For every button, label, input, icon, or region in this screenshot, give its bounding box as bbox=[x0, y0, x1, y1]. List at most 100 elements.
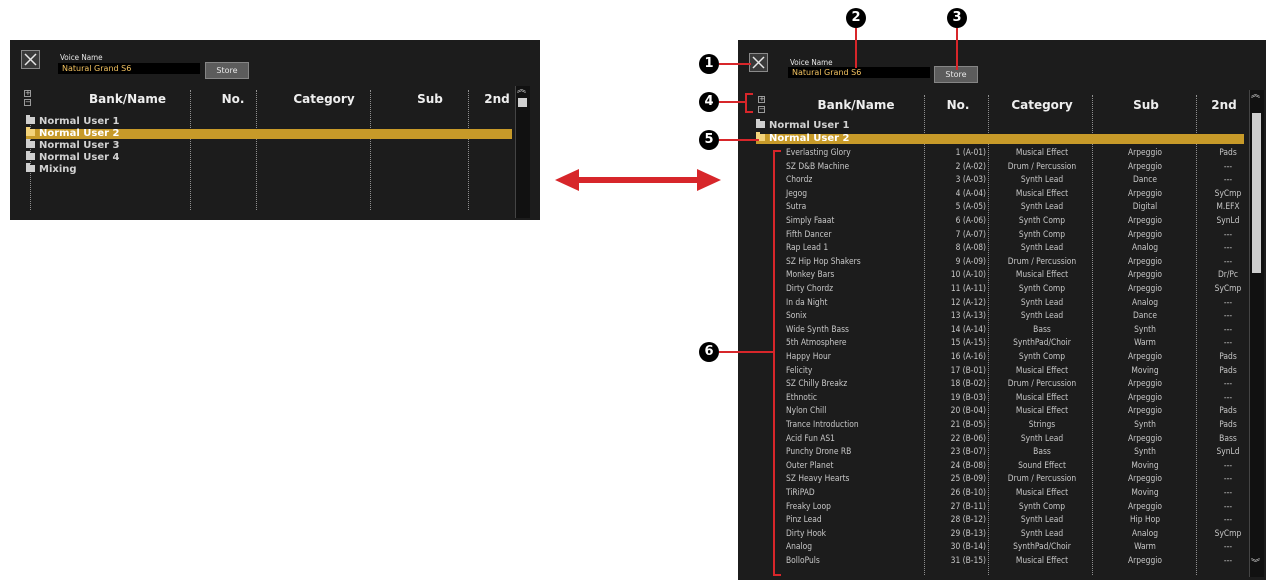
header-bank-name[interactable]: Bank/Name bbox=[60, 92, 195, 106]
voice-second-category: --- bbox=[1223, 500, 1233, 511]
expand-all-button[interactable]: + bbox=[24, 90, 31, 97]
header-2nd[interactable]: 2nd bbox=[480, 92, 514, 106]
voice-category: SynthPad/Choir bbox=[1013, 541, 1071, 552]
voice-second-category: SynLd bbox=[1216, 446, 1240, 457]
voice-name: SZ Heavy Hearts bbox=[786, 473, 850, 484]
close-button[interactable] bbox=[21, 50, 40, 69]
voice-row[interactable]: Acid Fun AS1 22 (B-06) Synth Lead Arpeggio B… bbox=[738, 433, 1244, 443]
voice-number: 12 (A-12) bbox=[950, 296, 986, 307]
voice-category: Musical Effect bbox=[1015, 391, 1069, 402]
voice-row[interactable]: Dirty Hook 29 (B-13) Synth Lead Analog SyCmp bbox=[738, 528, 1244, 538]
header-category[interactable]: Category bbox=[992, 98, 1092, 112]
header-no[interactable]: No. bbox=[928, 98, 988, 112]
header-bank-name[interactable]: Bank/Name bbox=[786, 98, 926, 112]
header-sub[interactable]: Sub bbox=[1098, 98, 1194, 112]
voice-row[interactable]: In da Night 12 (A-12) Synth Lead Analog --- bbox=[738, 297, 1244, 307]
voice-name-label: Voice Name bbox=[60, 53, 103, 62]
voice-second-category: --- bbox=[1223, 296, 1233, 307]
voice-row[interactable]: SZ Heavy Hearts 25 (B-09) Drum / Percussio… bbox=[738, 473, 1244, 483]
voice-second-category: --- bbox=[1223, 391, 1233, 402]
bank-folder-row[interactable]: Normal User 1 bbox=[756, 119, 1244, 131]
voice-row[interactable]: Punchy Drone RB 23 (B-07) Bass Synth SynLd bbox=[738, 446, 1244, 456]
voice-list: Everlasting Glory 1 (A-01) Musical Effect A… bbox=[738, 147, 1248, 577]
voice-sub-category: Hip Hop bbox=[1130, 514, 1160, 525]
voice-row[interactable]: SZ Hip Hop Shakers 9 (A-09) Drum / Percuss… bbox=[738, 256, 1244, 266]
scrollbar[interactable]: ︽ bbox=[515, 86, 530, 218]
voice-row[interactable]: Monkey Bars 10 (A-10) Musical Effect Arpegg… bbox=[738, 269, 1244, 279]
bank-folder-row[interactable]: Normal User 4 bbox=[26, 151, 512, 163]
voice-row[interactable]: SZ D&B Machine 2 (A-02) Drum / Percussion A… bbox=[738, 161, 1244, 171]
voice-category: Drum / Percussion bbox=[1007, 473, 1077, 484]
voice-name-field[interactable]: Natural Grand S6 bbox=[58, 63, 200, 74]
voice-row[interactable]: Fifth Dancer 7 (A-07) Synth Comp Arpeggio --… bbox=[738, 229, 1244, 239]
callout-5-line bbox=[719, 139, 759, 141]
bank-folder-row[interactable]: Normal User 3 bbox=[26, 139, 512, 151]
voice-number: 8 (A-08) bbox=[955, 242, 986, 253]
header-sub[interactable]: Sub bbox=[382, 92, 478, 106]
voice-row[interactable]: Chordz 3 (A-03) Synth Lead Dance --- bbox=[738, 174, 1244, 184]
voice-row[interactable]: Dirty Chordz 11 (A-11) Synth Comp Arpeggio S… bbox=[738, 283, 1244, 293]
voice-category: Strings bbox=[1028, 419, 1056, 429]
voice-row[interactable]: Outer Planet 24 (B-08) Sound Effect Moving -… bbox=[738, 460, 1244, 470]
bank-folder-row-selected[interactable]: Normal User 2 bbox=[26, 127, 512, 139]
voice-row[interactable]: Happy Hour 16 (A-16) Synth Comp Arpeggio Pad… bbox=[738, 351, 1244, 361]
header-category[interactable]: Category bbox=[268, 92, 380, 106]
voice-row[interactable]: Analog 30 (B-14) SynthPad/Choir Warm --- bbox=[738, 541, 1244, 551]
collapse-all-button[interactable]: − bbox=[24, 99, 31, 106]
voice-row[interactable]: Freaky Loop 27 (B-11) Synth Comp Arpeggio --… bbox=[738, 501, 1244, 511]
double-chevron-up-icon[interactable]: ︽ bbox=[1251, 91, 1260, 100]
voice-second-category: --- bbox=[1223, 555, 1233, 565]
voice-second-category: --- bbox=[1223, 174, 1233, 185]
bank-folder-row[interactable]: Normal User 1 bbox=[26, 115, 512, 127]
voice-second-category: Pads bbox=[1219, 351, 1237, 361]
voice-second-category: --- bbox=[1223, 242, 1233, 253]
voice-second-category: --- bbox=[1223, 255, 1233, 266]
voice-row[interactable]: SZ Chilly Breakz 18 (B-02) Drum / Percussi… bbox=[738, 378, 1244, 388]
double-chevron-up-icon[interactable]: ︽ bbox=[517, 86, 526, 95]
voice-row[interactable]: Sonix 13 (A-13) Synth Lead Dance --- bbox=[738, 310, 1244, 320]
bank-folder-row-selected[interactable]: Normal User 2 bbox=[756, 132, 1244, 144]
voice-row[interactable]: Sutra 5 (A-05) Synth Lead Digital M.EFX bbox=[738, 201, 1244, 211]
voice-row[interactable]: Trance Introduction 21 (B-05) Strings Synth… bbox=[738, 419, 1244, 429]
voice-name: Analog bbox=[786, 541, 813, 552]
store-button[interactable]: Store bbox=[205, 62, 249, 79]
voice-row[interactable]: Jegog 4 (A-04) Musical Effect Arpeggio SyCmp bbox=[738, 188, 1244, 198]
voice-name: Punchy Drone RB bbox=[786, 446, 852, 457]
voice-number: 18 (B-02) bbox=[950, 378, 986, 389]
callout-4: 4 bbox=[699, 92, 719, 112]
bank-label: Normal User 2 bbox=[769, 133, 850, 144]
close-button[interactable] bbox=[749, 53, 768, 72]
voice-row[interactable]: Felicity 17 (B-01) Musical Effect Moving Pad… bbox=[738, 365, 1244, 375]
voice-row[interactable]: BolloPuls 31 (B-15) Musical Effect Arpeggio… bbox=[738, 555, 1244, 565]
voice-row[interactable]: Nylon Chill 20 (B-04) Musical Effect Arpegg… bbox=[738, 405, 1244, 415]
voice-row[interactable]: Everlasting Glory 1 (A-01) Musical Effect A… bbox=[738, 147, 1244, 157]
voice-row[interactable]: Wide Synth Bass 14 (A-14) Bass Synth --- bbox=[738, 324, 1244, 334]
voice-name-field[interactable]: Natural Grand S6 bbox=[788, 67, 930, 78]
folder-icon bbox=[26, 151, 35, 160]
voice-category: Synth Comp bbox=[1018, 351, 1066, 361]
voice-name: Trance Introduction bbox=[786, 419, 859, 429]
double-chevron-down-icon[interactable]: ︾ bbox=[1251, 560, 1260, 569]
scrollbar[interactable]: ︽ ︾ bbox=[1249, 90, 1264, 577]
bank-folder-row[interactable]: Mixing bbox=[26, 163, 512, 175]
scrollbar-thumb[interactable] bbox=[518, 98, 527, 107]
voice-row[interactable]: Ethnotic 19 (B-03) Musical Effect Arpeggio -… bbox=[738, 392, 1244, 402]
voice-second-category: --- bbox=[1223, 160, 1233, 171]
voice-second-category: Pads bbox=[1219, 364, 1237, 375]
callout-6-line bbox=[719, 351, 773, 353]
voice-name: Outer Planet bbox=[786, 459, 834, 470]
voice-second-category: --- bbox=[1223, 228, 1233, 239]
voice-category: Synth Comp bbox=[1018, 283, 1066, 293]
voice-second-category: SynLd bbox=[1216, 215, 1240, 225]
expand-all-button[interactable]: + bbox=[758, 96, 765, 103]
voice-row[interactable]: TiRiPAD 26 (B-10) Musical Effect Moving --- bbox=[738, 487, 1244, 497]
voice-row[interactable]: 5th Atmosphere 15 (A-15) SynthPad/Choir War… bbox=[738, 337, 1244, 347]
header-2nd[interactable]: 2nd bbox=[1204, 98, 1244, 112]
voice-row[interactable]: Simply Faaat 6 (A-06) Synth Comp Arpeggio Sy… bbox=[738, 215, 1244, 225]
scrollbar-thumb[interactable] bbox=[1252, 113, 1261, 273]
voice-row[interactable]: Rap Lead 1 8 (A-08) Synth Lead Analog --- bbox=[738, 242, 1244, 252]
collapse-all-button[interactable]: − bbox=[758, 106, 765, 113]
voice-row[interactable]: Pinz Lead 28 (B-12) Synth Lead Hip Hop --- bbox=[738, 514, 1244, 524]
callout-3-line bbox=[956, 28, 958, 70]
callout-3: 3 bbox=[947, 8, 967, 28]
